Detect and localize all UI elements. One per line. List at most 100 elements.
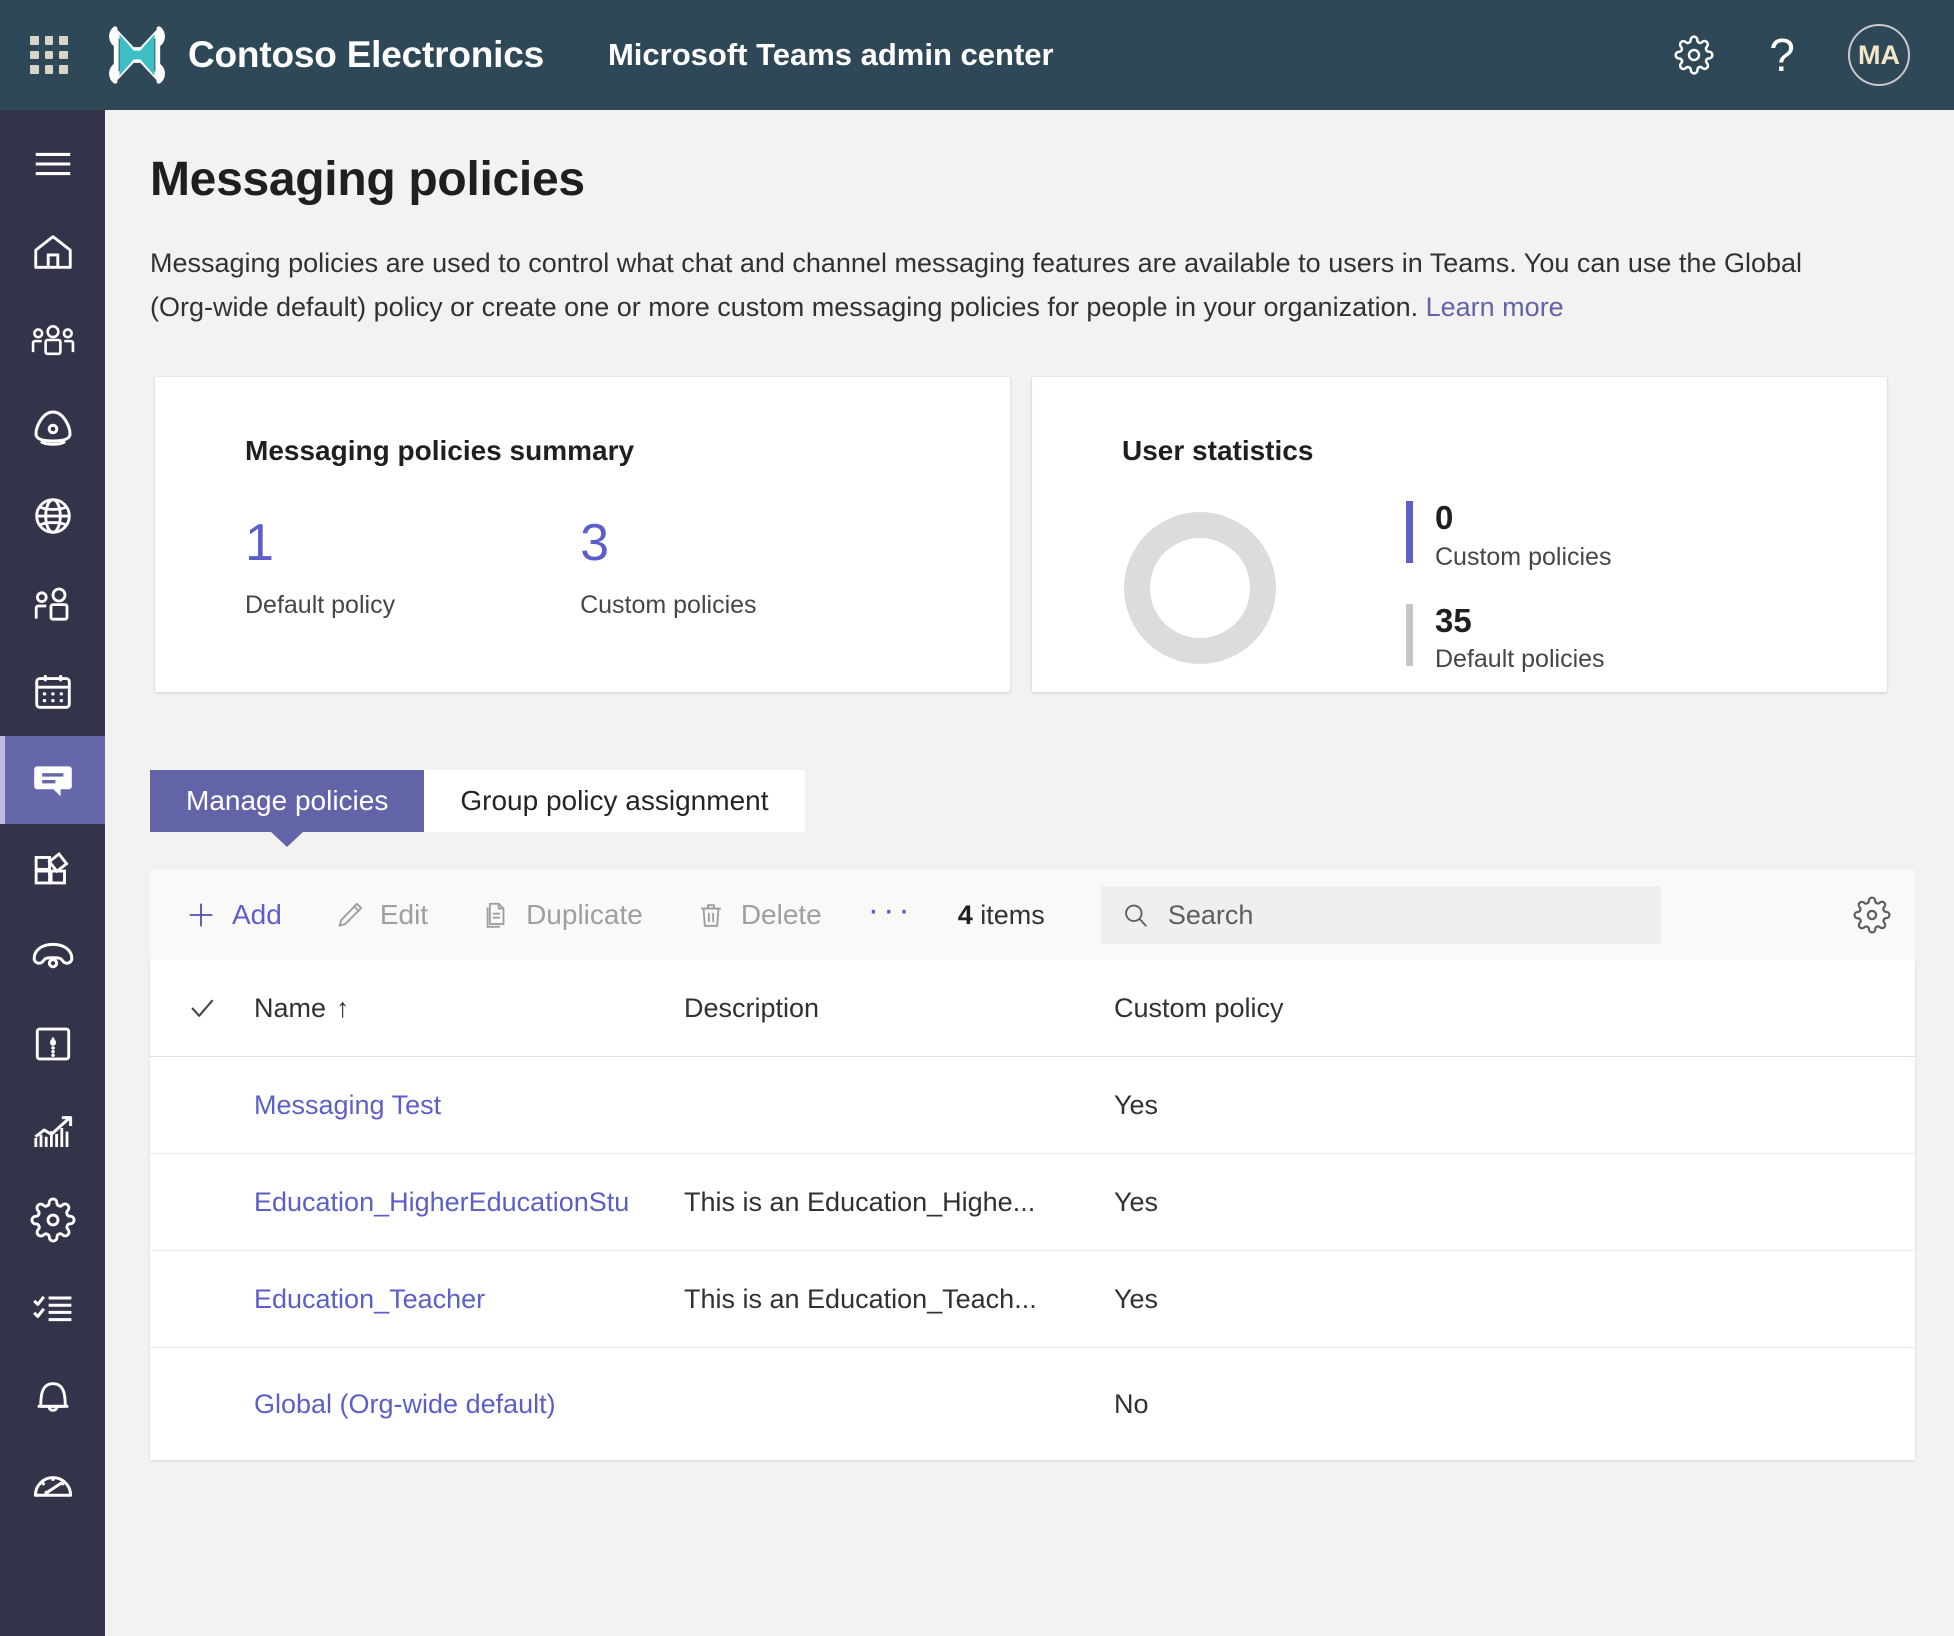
search-box[interactable] <box>1100 886 1661 944</box>
summary-stats: 1 Default policy 3 Custom policies <box>245 517 1010 620</box>
brand-block[interactable]: Contoso Electronics <box>102 20 544 90</box>
top-navigation-bar: Contoso Electronics Microsoft Teams admi… <box>0 0 1954 110</box>
phone-icon <box>32 942 73 969</box>
avatar[interactable]: MA <box>1848 24 1910 86</box>
policy-name-link[interactable]: Education_HigherEducationStu <box>254 1187 629 1217</box>
duplicate-button-label: Duplicate <box>526 899 643 930</box>
sidebar-item-analytics-reports[interactable] <box>0 1088 105 1176</box>
more-options-button[interactable]: ··· <box>868 893 914 937</box>
item-count-value: 4 <box>957 899 973 930</box>
sidebar-item-planning[interactable] <box>0 1264 105 1352</box>
main-content: Messaging policies Messaging policies ar… <box>105 110 1954 1636</box>
search-input[interactable] <box>1167 899 1641 931</box>
learn-more-link[interactable]: Learn more <box>1426 292 1564 322</box>
duplicate-button[interactable]: Duplicate <box>474 891 649 939</box>
messaging-policies-summary-card: Messaging policies summary 1 Default pol… <box>155 377 1010 692</box>
sidebar-item-policy-packages[interactable] <box>0 1000 105 1088</box>
sidebar-item-meetings[interactable] <box>0 648 105 736</box>
sidebar-item-home[interactable] <box>0 208 105 296</box>
summary-card-title: Messaging policies summary <box>245 435 635 466</box>
sort-ascending-icon: ↑ <box>336 992 350 1023</box>
contoso-drone-logo <box>109 26 165 84</box>
stat-default-policy-value: 1 <box>245 514 274 572</box>
stat-custom-policies-label: Custom policies <box>580 591 757 619</box>
settings-gear-icon[interactable] <box>1672 33 1716 77</box>
delete-button[interactable]: Delete <box>689 891 828 939</box>
delete-button-label: Delete <box>740 899 822 930</box>
teams-group-icon <box>31 325 74 356</box>
sidebar-item-messaging-policies[interactable] <box>0 736 105 824</box>
sidebar-item-teams-apps[interactable] <box>0 824 105 912</box>
sidebar-item-devices[interactable] <box>0 384 105 472</box>
stat-custom-policies: 3 Custom policies <box>580 517 756 620</box>
policy-description: This is an Education_Highe... <box>684 1186 1036 1217</box>
table-row[interactable]: Education_HigherEducationStu This is an … <box>150 1154 1915 1251</box>
edit-button[interactable]: Edit <box>328 891 434 939</box>
column-header-description: Description <box>684 992 820 1023</box>
column-header-name-label: Name <box>254 992 327 1023</box>
legend-value-default: 35 <box>1435 601 1472 639</box>
trash-icon <box>700 904 721 927</box>
legend-item-default-policies: 35 Default policies <box>1406 601 1611 675</box>
policies-panel: Add Edit Duplicate Delete ··· 4 items Se… <box>150 870 1915 1460</box>
user-statistics-legend: 0 Custom policies 35 Default policies <box>1406 499 1612 675</box>
users-icon <box>34 587 68 621</box>
user-statistics-body: 0 Custom policies 35 Default policies <box>1124 499 1887 675</box>
legend-label-default: Default policies <box>1435 645 1605 674</box>
user-statistics-card: User statistics 0 Custom policies 35 Def… <box>1032 377 1887 692</box>
summary-cards: Messaging policies summary 1 Default pol… <box>155 377 1954 692</box>
duplicate-icon <box>486 902 505 928</box>
sidebar-item-notifications-alerts[interactable] <box>0 1352 105 1440</box>
item-count: 4 items <box>958 900 1045 931</box>
policy-name-link[interactable]: Education_Teacher <box>254 1284 485 1314</box>
plus-icon <box>189 903 213 927</box>
sidebar-item-hamburger-menu[interactable] <box>0 120 105 208</box>
table-header-row: Name ↑ Description Custom policy <box>150 960 1915 1057</box>
table-settings-gear-icon[interactable] <box>1853 896 1891 934</box>
page-title: Messaging policies <box>150 153 585 206</box>
gauge-icon <box>33 1476 72 1497</box>
legend-color-swatch-default <box>1406 603 1413 666</box>
hamburger-icon <box>35 152 70 176</box>
pencil-icon <box>338 902 362 927</box>
table-row[interactable]: Education_Teacher This is an Education_T… <box>150 1251 1915 1348</box>
legend-color-swatch-custom <box>1406 501 1413 563</box>
policies-table: Name ↑ Description Custom policy Messagi… <box>150 960 1915 1460</box>
table-row[interactable]: Messaging Test Yes <box>150 1057 1915 1154</box>
legend-label-custom: Custom policies <box>1435 542 1612 571</box>
package-icon <box>35 1027 70 1061</box>
question-mark-glyph: ? <box>1769 29 1795 81</box>
table-toolbar: Add Edit Duplicate Delete ··· 4 items Se… <box>150 870 1915 960</box>
user-statistics-title: User statistics <box>1122 435 1314 466</box>
chat-bubble-icon <box>33 766 72 797</box>
policy-custom-flag: No <box>1114 1388 1149 1419</box>
tab-group-policy-assignment[interactable]: Group policy assignment <box>424 770 805 832</box>
item-count-unit: items <box>972 899 1045 930</box>
apps-grid-icon <box>34 852 69 885</box>
page-description: Messaging policies are used to control w… <box>150 241 1850 329</box>
sidebar-item-org-wide-settings[interactable] <box>0 1176 105 1264</box>
device-headset-icon <box>34 410 71 446</box>
policy-name-link[interactable]: Messaging Test <box>254 1090 441 1120</box>
help-question-icon[interactable]: ? <box>1760 29 1804 81</box>
sidebar-item-users[interactable] <box>0 560 105 648</box>
tab-manage-policies[interactable]: Manage policies <box>150 770 425 832</box>
gear-icon <box>30 1197 75 1243</box>
column-header-name[interactable]: Name ↑ <box>254 993 684 1024</box>
policy-description: This is an Education_Teach... <box>684 1283 1037 1314</box>
table-row[interactable]: Global (Org-wide default) No <box>150 1348 1915 1460</box>
app-launcher-icon[interactable] <box>22 28 76 82</box>
select-all-checkbox[interactable] <box>150 991 254 1025</box>
globe-icon <box>34 498 71 534</box>
sidebar-item-voice[interactable] <box>0 912 105 1000</box>
add-button-label: Add <box>232 899 282 930</box>
legend-value-custom: 0 <box>1435 499 1454 536</box>
sidebar-item-call-quality-dashboard[interactable] <box>0 1440 105 1528</box>
add-button[interactable]: Add <box>178 890 288 940</box>
column-header-custom-policy: Custom policy <box>1114 992 1284 1023</box>
checkmark-icon <box>191 999 214 1017</box>
policy-name-link[interactable]: Global (Org-wide default) <box>254 1389 556 1419</box>
sidebar-item-teams[interactable] <box>0 296 105 384</box>
legend-item-custom-policies: 0 Custom policies <box>1406 499 1612 572</box>
sidebar-item-locations[interactable] <box>0 472 105 560</box>
